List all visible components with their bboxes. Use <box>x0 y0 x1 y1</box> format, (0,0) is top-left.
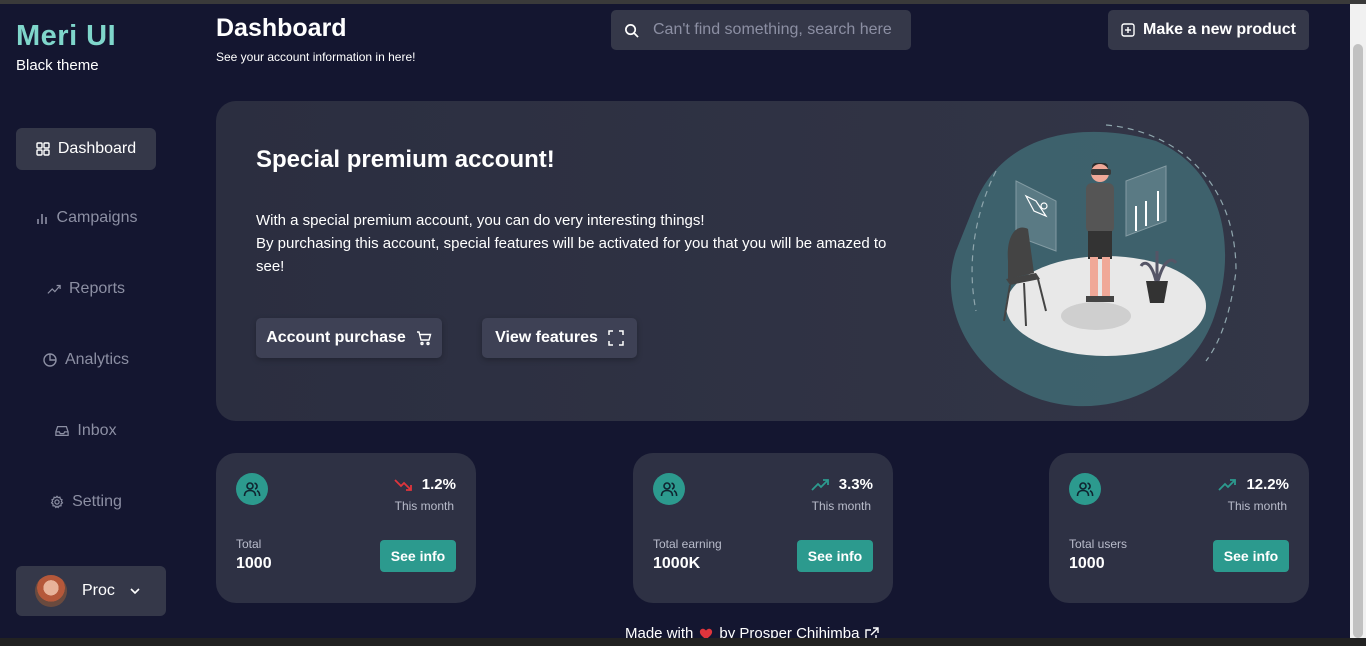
account-purchase-button[interactable]: Account purchase <box>256 318 442 358</box>
fullscreen-icon <box>608 330 624 346</box>
trend-period: This month <box>1227 499 1287 513</box>
sidebar-item-analytics[interactable]: Analytics <box>16 339 156 381</box>
premium-banner: Special premium account! With a special … <box>216 101 1309 421</box>
trend-value: 1.2% <box>421 476 456 493</box>
stat-value: 1000 <box>1069 555 1105 572</box>
brand-logo: Meri UI <box>16 20 117 52</box>
sidebar-item-setting[interactable]: Setting <box>16 481 156 523</box>
trend-value: 12.2% <box>1246 476 1289 493</box>
bar-chart-icon <box>36 214 47 224</box>
sidebar-item-label: Setting <box>72 493 122 510</box>
pie-chart-icon <box>43 353 57 367</box>
sidebar-item-label: Dashboard <box>57 140 137 157</box>
inbox-icon <box>55 426 70 436</box>
view-features-button[interactable]: View features <box>482 318 637 358</box>
trend-indicator: 12.2% <box>1218 476 1289 493</box>
trend-indicator: 1.2% <box>394 476 456 493</box>
view-features-label: View features <box>495 329 598 346</box>
see-info-button[interactable]: See info <box>1213 540 1289 572</box>
search-icon <box>625 23 639 38</box>
trending-up-icon <box>47 284 61 294</box>
trending-down-icon <box>394 478 412 491</box>
avatar <box>35 575 67 607</box>
sidebar-item-campaigns[interactable]: Campaigns <box>16 197 156 239</box>
stat-card-users: 12.2% This month Total users 1000 See in… <box>1049 453 1309 603</box>
sidebar-item-label: Campaigns <box>56 209 138 226</box>
scrollbar-thumb[interactable] <box>1353 44 1363 638</box>
banner-line-1: With a special premium account, you can … <box>256 212 705 229</box>
sidebar-item-label: Analytics <box>64 351 130 368</box>
window-bottom-border <box>0 638 1366 646</box>
stat-card-total: 1.2% This month Total 1000 See info <box>216 453 476 603</box>
window-top-border <box>0 0 1366 4</box>
stat-value: 1000 <box>236 555 272 572</box>
banner-description: With a special premium account, you can … <box>256 209 896 278</box>
search-bar[interactable] <box>611 10 911 50</box>
banner-line-2: By purchasing this account, special feat… <box>256 235 887 275</box>
trend-period: This month <box>811 499 871 513</box>
plus-square-icon <box>1121 23 1135 37</box>
vr-illustration <box>950 124 1237 407</box>
sidebar-item-reports[interactable]: Reports <box>16 268 156 310</box>
trend-value: 3.3% <box>838 476 873 493</box>
stat-card-earning: 3.3% This month Total earning 1000K See … <box>633 453 893 603</box>
stat-label: Total users <box>1069 537 1128 551</box>
brand-subtitle: Black theme <box>16 57 99 74</box>
trend-indicator: 3.3% <box>811 476 873 493</box>
see-info-button[interactable]: See info <box>797 540 873 572</box>
user-name: Proc <box>82 582 115 599</box>
gear-icon <box>50 495 64 509</box>
banner-title: Special premium account! <box>256 146 555 173</box>
users-icon <box>1069 473 1101 505</box>
grid-icon <box>36 142 50 156</box>
stat-label: Total earning <box>653 537 722 551</box>
scrollbar[interactable] <box>1350 4 1366 638</box>
new-product-label: Make a new product <box>1143 21 1296 38</box>
sidebar-item-inbox[interactable]: Inbox <box>16 410 156 452</box>
sidebar-item-dashboard[interactable]: Dashboard <box>16 128 156 170</box>
users-icon <box>236 473 268 505</box>
user-menu[interactable]: Proc <box>16 566 166 616</box>
cart-icon <box>416 331 432 346</box>
see-info-button[interactable]: See info <box>380 540 456 572</box>
account-purchase-label: Account purchase <box>266 329 406 346</box>
sidebar-item-label: Inbox <box>77 422 117 439</box>
page-title: Dashboard <box>216 14 347 42</box>
stat-label: Total <box>236 537 262 551</box>
trending-up-icon <box>1218 478 1237 491</box>
new-product-button[interactable]: Make a new product <box>1108 10 1309 50</box>
search-input[interactable] <box>651 20 905 40</box>
stat-value: 1000K <box>653 555 701 572</box>
sidebar-item-label: Reports <box>68 280 126 297</box>
trend-period: This month <box>394 499 454 513</box>
chevron-down-icon <box>130 588 140 595</box>
trending-up-icon <box>811 478 829 491</box>
page-subtitle: See your account information in here! <box>216 50 416 64</box>
users-icon <box>653 473 685 505</box>
